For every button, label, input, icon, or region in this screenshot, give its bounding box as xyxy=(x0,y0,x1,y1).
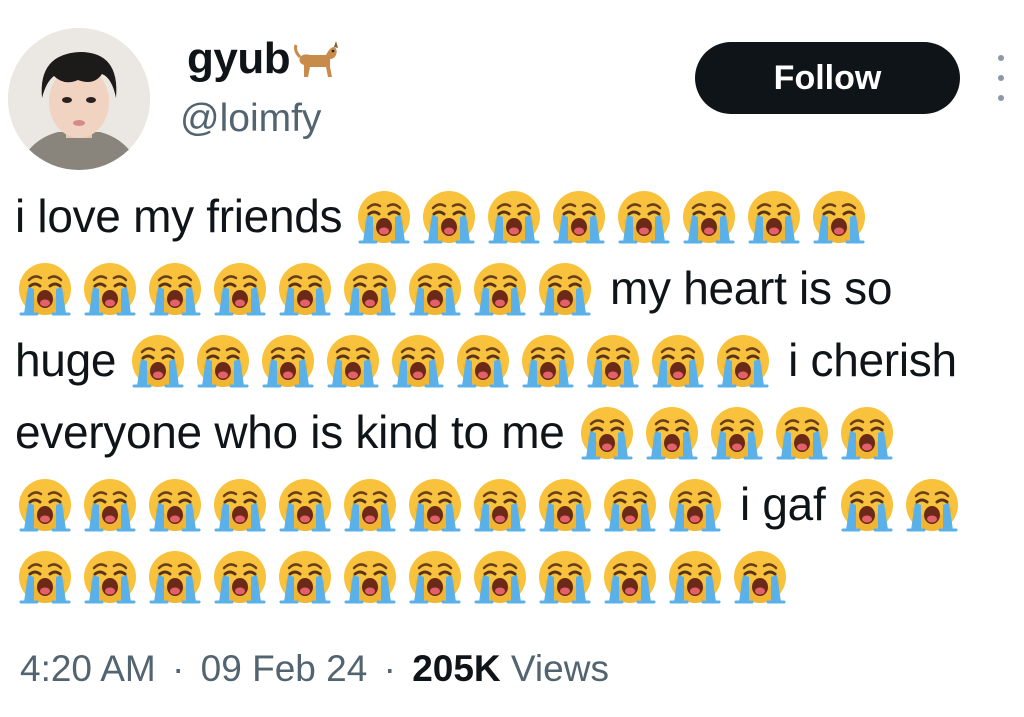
tweet-card: gyub @loimfy Follow i love my friends my… xyxy=(0,0,1024,717)
loudly-crying-face-emoji xyxy=(837,474,897,534)
tweet-line xyxy=(15,540,1020,612)
loudly-crying-face-emoji xyxy=(577,402,637,462)
loudly-crying-face-emoji xyxy=(210,474,270,534)
views-count: 205K xyxy=(412,648,501,689)
loudly-crying-face-emoji xyxy=(809,186,869,246)
loudly-crying-face-emoji xyxy=(323,330,383,390)
loudly-crying-face-emoji xyxy=(193,330,253,390)
loudly-crying-face-emoji xyxy=(405,474,465,534)
tweet-text-segment: i love my friends xyxy=(15,190,343,242)
loudly-crying-face-emoji xyxy=(275,258,335,318)
loudly-crying-face-emoji xyxy=(902,474,962,534)
loudly-crying-face-emoji xyxy=(744,186,804,246)
tweet-text: i love my friends my heart is so huge i … xyxy=(15,180,1020,612)
tweet-line: i love my friends xyxy=(15,180,1020,252)
loudly-crying-face-emoji xyxy=(470,474,530,534)
loudly-crying-face-emoji xyxy=(354,186,414,246)
loudly-crying-face-emoji xyxy=(340,474,400,534)
meta-separator: · xyxy=(172,648,185,689)
display-name-row[interactable]: gyub xyxy=(187,34,340,84)
loudly-crying-face-emoji xyxy=(128,330,188,390)
loudly-crying-face-emoji xyxy=(665,474,725,534)
loudly-crying-face-emoji xyxy=(15,474,75,534)
handle[interactable]: @loimfy xyxy=(180,96,321,142)
avatar[interactable] xyxy=(8,28,150,170)
dog-icon xyxy=(294,37,340,81)
loudly-crying-face-emoji xyxy=(470,546,530,606)
loudly-crying-face-emoji xyxy=(145,258,205,318)
tweet-line: my heart is so xyxy=(15,252,1020,324)
loudly-crying-face-emoji xyxy=(405,546,465,606)
loudly-crying-face-emoji xyxy=(665,546,725,606)
loudly-crying-face-emoji xyxy=(453,330,513,390)
more-options-icon[interactable] xyxy=(990,55,1012,101)
tweet-meta: 4:20 AM · 09 Feb 24 · 205K Views xyxy=(20,645,609,693)
loudly-crying-face-emoji xyxy=(340,258,400,318)
tweet-text-segment: everyone who is kind to me xyxy=(15,406,565,458)
follow-button[interactable]: Follow xyxy=(695,42,960,114)
loudly-crying-face-emoji xyxy=(642,402,702,462)
tweet-line: i gaf xyxy=(15,468,1020,540)
loudly-crying-face-emoji xyxy=(837,402,897,462)
loudly-crying-face-emoji xyxy=(15,546,75,606)
loudly-crying-face-emoji xyxy=(600,546,660,606)
loudly-crying-face-emoji xyxy=(210,546,270,606)
loudly-crying-face-emoji xyxy=(713,330,773,390)
loudly-crying-face-emoji xyxy=(470,258,530,318)
tweet-text-segment: huge xyxy=(15,334,117,386)
loudly-crying-face-emoji xyxy=(535,474,595,534)
loudly-crying-face-emoji xyxy=(388,330,448,390)
tweet-date[interactable]: 09 Feb 24 xyxy=(201,648,368,689)
tweet-time[interactable]: 4:20 AM xyxy=(20,648,156,689)
loudly-crying-face-emoji xyxy=(340,546,400,606)
loudly-crying-face-emoji xyxy=(275,474,335,534)
tweet-text-segment: i gaf xyxy=(740,478,826,530)
loudly-crying-face-emoji xyxy=(419,186,479,246)
tweet-line: everyone who is kind to me xyxy=(15,396,1020,468)
tweet-text-segment: i cherish xyxy=(788,334,957,386)
loudly-crying-face-emoji xyxy=(535,546,595,606)
loudly-crying-face-emoji xyxy=(614,186,674,246)
loudly-crying-face-emoji xyxy=(145,546,205,606)
loudly-crying-face-emoji xyxy=(707,402,767,462)
views-label: Views xyxy=(510,648,609,689)
loudly-crying-face-emoji xyxy=(583,330,643,390)
loudly-crying-face-emoji xyxy=(15,258,75,318)
display-name[interactable]: gyub xyxy=(187,34,291,84)
loudly-crying-face-emoji xyxy=(210,258,270,318)
tweet-text-segment: my heart is so xyxy=(610,262,893,314)
tweet-line: huge i cherish xyxy=(15,324,1020,396)
loudly-crying-face-emoji xyxy=(600,474,660,534)
loudly-crying-face-emoji xyxy=(679,186,739,246)
loudly-crying-face-emoji xyxy=(145,474,205,534)
loudly-crying-face-emoji xyxy=(549,186,609,246)
loudly-crying-face-emoji xyxy=(772,402,832,462)
loudly-crying-face-emoji xyxy=(80,258,140,318)
loudly-crying-face-emoji xyxy=(80,546,140,606)
loudly-crying-face-emoji xyxy=(275,546,335,606)
loudly-crying-face-emoji xyxy=(258,330,318,390)
loudly-crying-face-emoji xyxy=(405,258,465,318)
loudly-crying-face-emoji xyxy=(518,330,578,390)
loudly-crying-face-emoji xyxy=(648,330,708,390)
loudly-crying-face-emoji xyxy=(535,258,595,318)
meta-separator: · xyxy=(383,648,396,689)
loudly-crying-face-emoji xyxy=(80,474,140,534)
loudly-crying-face-emoji xyxy=(730,546,790,606)
loudly-crying-face-emoji xyxy=(484,186,544,246)
